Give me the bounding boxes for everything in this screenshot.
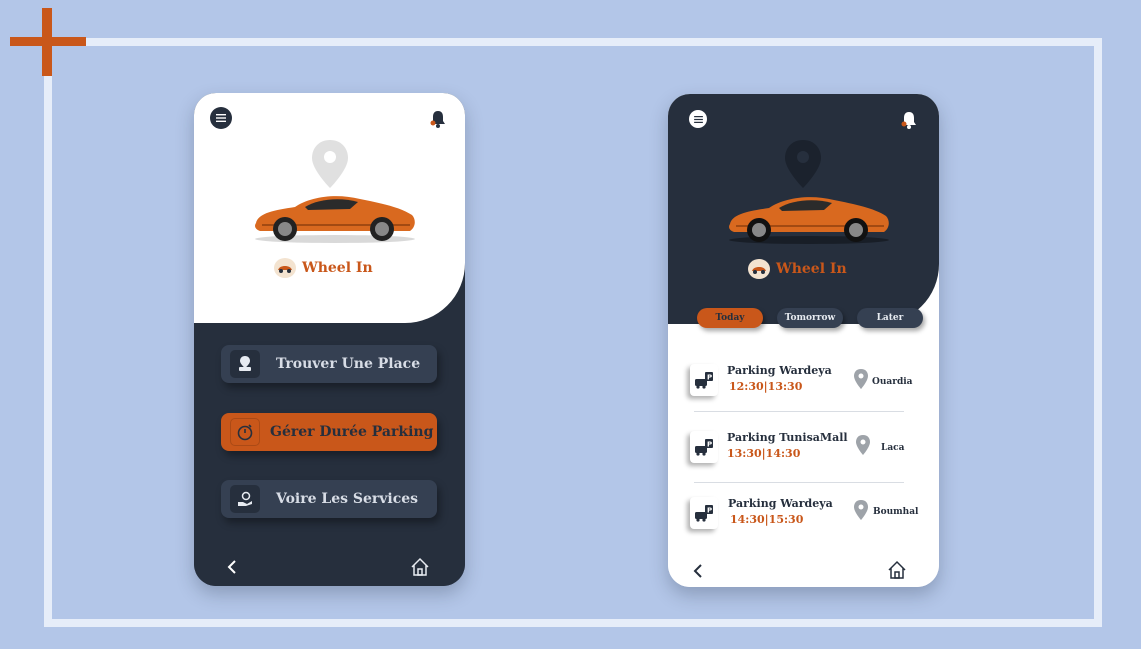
day-tabs: Today Tomorrow Later — [697, 308, 923, 328]
menu-item-label: Gérer Durée Parking — [270, 424, 434, 440]
home-icon[interactable] — [410, 557, 430, 577]
bell-icon[interactable] — [429, 109, 449, 131]
parking-time: 13:30|14:30 — [727, 447, 801, 460]
brand-logo-icon — [748, 259, 770, 279]
tab-later[interactable]: Later — [857, 308, 923, 328]
hamburger-icon[interactable] — [689, 110, 707, 128]
divider — [694, 482, 904, 483]
list-item[interactable]: P Parking TunisaMall 13:30|14:30 Laca — [690, 431, 920, 471]
brand-name: Wheel In — [302, 260, 373, 276]
hand-service-icon — [230, 485, 260, 513]
list-item[interactable]: P Parking Wardeya 14:30|15:30 Boumhal — [690, 497, 920, 537]
menu-item-find-place[interactable]: Trouver Une Place — [221, 345, 437, 383]
location-pin-icon — [311, 140, 351, 190]
car-image — [250, 185, 420, 255]
hamburger-icon[interactable] — [210, 107, 232, 129]
parking-time: 12:30|13:30 — [729, 380, 803, 393]
parking-name: Parking Wardeya — [728, 497, 833, 510]
parking-time: 14:30|15:30 — [730, 513, 804, 526]
phone-home-screen: Wheel In Trouver Une Place Gérer Durée P… — [194, 93, 465, 586]
parking-location: Boumhal — [873, 507, 919, 517]
parking-icon: P — [690, 497, 718, 529]
divider — [694, 411, 904, 412]
car-image — [724, 186, 894, 256]
phone-parking-list-screen: Wheel In Today Tomorrow Later P Parking … — [668, 94, 939, 587]
car-location-icon — [230, 350, 260, 378]
location-pin-icon — [853, 500, 869, 520]
timer-icon — [230, 418, 260, 446]
location-pin-icon — [855, 435, 871, 455]
location-pin-icon — [784, 140, 824, 190]
brand-name: Wheel In — [776, 261, 847, 277]
tab-tomorrow[interactable]: Tomorrow — [777, 308, 843, 328]
brand-header: Wheel In — [274, 258, 373, 278]
menu-item-services[interactable]: Voire Les Services — [221, 480, 437, 518]
menu-item-label: Voire Les Services — [276, 491, 419, 507]
parking-icon: P — [690, 431, 718, 463]
tab-today[interactable]: Today — [697, 308, 763, 328]
parking-icon: P — [690, 364, 718, 396]
parking-location: Ouardia — [872, 377, 913, 387]
brand-logo-icon — [274, 258, 296, 278]
parking-name: Parking TunisaMall — [727, 431, 848, 444]
parking-location: Laca — [881, 443, 905, 453]
menu-item-label: Trouver Une Place — [276, 356, 421, 372]
svg-text:P: P — [707, 441, 712, 449]
list-item[interactable]: P Parking Wardeya 12:30|13:30 Ouardia — [690, 364, 920, 404]
parking-name: Parking Wardeya — [727, 364, 832, 377]
location-pin-icon — [853, 369, 869, 389]
chevron-left-icon[interactable] — [692, 563, 706, 579]
chevron-left-icon[interactable] — [226, 559, 240, 575]
svg-text:P: P — [707, 374, 712, 382]
brand-header: Wheel In — [748, 259, 847, 279]
bell-icon[interactable] — [900, 110, 920, 132]
home-icon[interactable] — [887, 560, 907, 580]
menu-item-manage-duration[interactable]: Gérer Durée Parking — [221, 413, 437, 451]
plus-decoration — [42, 8, 52, 76]
svg-text:P: P — [707, 507, 712, 515]
